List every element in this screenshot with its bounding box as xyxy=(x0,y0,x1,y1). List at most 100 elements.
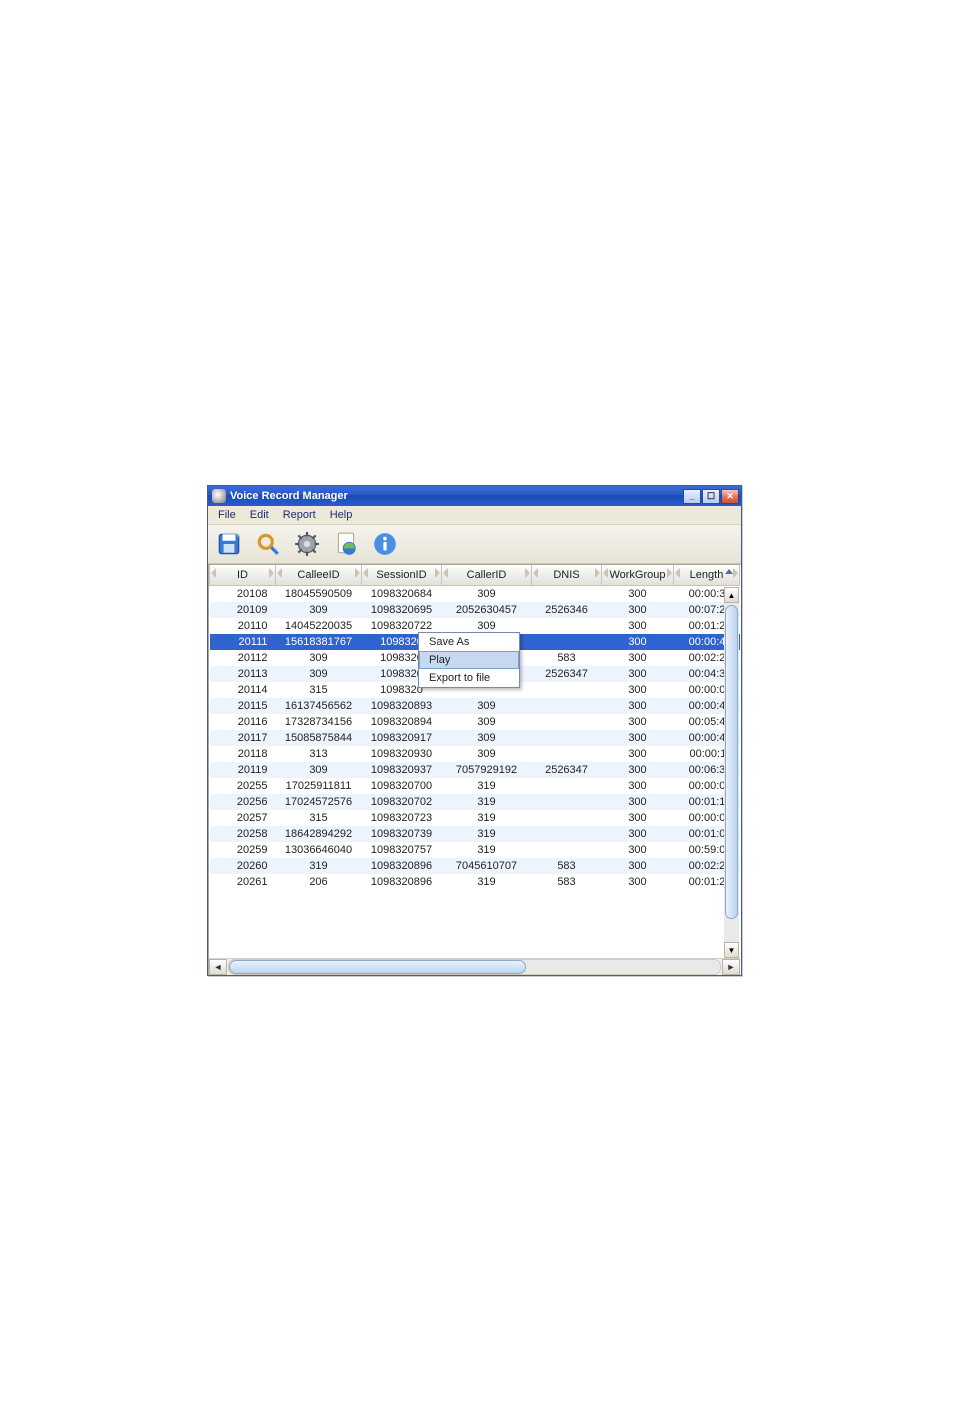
cell-id: 20256 xyxy=(210,794,276,810)
cell-caller: 309 xyxy=(442,746,532,762)
cell-wg: 300 xyxy=(602,778,674,794)
menu-edit[interactable]: Edit xyxy=(244,508,275,522)
cell-caller: 319 xyxy=(442,794,532,810)
cell-callee: 315 xyxy=(276,682,362,698)
scroll-up-button[interactable]: ▲ xyxy=(724,587,739,603)
table-row[interactable]: 2011715085875844109832091730930000:00:48 xyxy=(210,730,740,746)
column-header-dnis[interactable]: DNIS xyxy=(532,565,602,586)
cell-callee: 18642894292 xyxy=(276,826,362,842)
cell-caller: 2052630457 xyxy=(442,602,532,618)
cell-caller: 319 xyxy=(442,826,532,842)
sort-asc-icon xyxy=(725,569,733,574)
close-button[interactable]: ✕ xyxy=(721,489,739,504)
maximize-icon: ☐ xyxy=(707,491,715,502)
minimize-button[interactable]: _ xyxy=(683,489,701,504)
menu-file[interactable]: File xyxy=(212,508,242,522)
table-row[interactable]: 2010818045590509109832068430930000:00:30 xyxy=(210,586,740,603)
column-header-id[interactable]: ID xyxy=(210,565,276,586)
chevron-left-icon: ◄ xyxy=(214,962,223,972)
cell-wg: 300 xyxy=(602,762,674,778)
cell-callee: 17025911811 xyxy=(276,778,362,794)
vertical-scroll-thumb[interactable] xyxy=(725,605,738,919)
cell-dnis: 2526346 xyxy=(532,602,602,618)
cell-callee: 17024572576 xyxy=(276,794,362,810)
scroll-down-button[interactable]: ▼ xyxy=(724,942,739,958)
menu-report[interactable]: Report xyxy=(277,508,322,522)
cell-wg: 300 xyxy=(602,618,674,634)
cell-id: 20114 xyxy=(210,682,276,698)
cell-callee: 309 xyxy=(276,666,362,682)
column-header-callerid[interactable]: CallerID xyxy=(442,565,532,586)
settings-button[interactable] xyxy=(289,526,325,562)
maximize-button[interactable]: ☐ xyxy=(702,489,720,504)
context-menu-saveas[interactable]: Save As xyxy=(419,633,519,651)
cell-caller: 319 xyxy=(442,842,532,858)
cell-dnis xyxy=(532,618,602,634)
menu-help[interactable]: Help xyxy=(324,508,359,522)
table-row[interactable]: 2011930910983209377057929192252634730000… xyxy=(210,762,740,778)
cell-caller: 7045610707 xyxy=(442,858,532,874)
cell-wg: 300 xyxy=(602,858,674,874)
scroll-left-button[interactable]: ◄ xyxy=(209,959,227,975)
column-header-sessionid[interactable]: SessionID xyxy=(362,565,442,586)
horizontal-scroll-track[interactable] xyxy=(228,959,721,975)
cell-session: 1098320930 xyxy=(362,746,442,762)
cell-session: 1098320723 xyxy=(362,810,442,826)
cell-dnis xyxy=(532,746,602,762)
horizontal-scrollbar[interactable]: ◄ ► xyxy=(209,958,740,975)
cell-id: 20111 xyxy=(210,634,276,650)
horizontal-scroll-thumb[interactable] xyxy=(229,960,526,974)
column-header-workgroup[interactable]: WorkGroup xyxy=(602,565,674,586)
save-button[interactable] xyxy=(211,526,247,562)
cell-session: 1098320757 xyxy=(362,842,442,858)
cell-callee: 313 xyxy=(276,746,362,762)
cell-caller: 309 xyxy=(442,586,532,603)
cell-callee: 13036646040 xyxy=(276,842,362,858)
cell-wg: 300 xyxy=(602,826,674,842)
cell-id: 20255 xyxy=(210,778,276,794)
table-row[interactable]: 2025617024572576109832070231930000:01:17 xyxy=(210,794,740,810)
table-row[interactable]: 20118313109832093030930000:00:11 xyxy=(210,746,740,762)
scroll-right-button[interactable]: ► xyxy=(722,959,740,975)
cell-wg: 300 xyxy=(602,794,674,810)
table-row[interactable]: 20261206109832089631958330000:01:25 xyxy=(210,874,740,890)
minimize-icon: _ xyxy=(689,491,694,501)
table-row[interactable]: 2025913036646040109832075731930000:59:07 xyxy=(210,842,740,858)
context-menu[interactable]: Save As Play Export to file xyxy=(418,632,520,688)
table-row[interactable]: 202603191098320896704561070758330000:02:… xyxy=(210,858,740,874)
vertical-scrollbar[interactable]: ▲ ▼ xyxy=(724,587,739,958)
table-row[interactable]: 2025818642894292109832073931930000:01:09 xyxy=(210,826,740,842)
titlebar[interactable]: Voice Record Manager _ ☐ ✕ xyxy=(208,486,741,506)
cell-callee: 315 xyxy=(276,810,362,826)
cell-wg: 300 xyxy=(602,602,674,618)
table-row[interactable]: 2011516137456562109832089330930000:00:41 xyxy=(210,698,740,714)
menubar: File Edit Report Help xyxy=(208,506,741,525)
cell-dnis xyxy=(532,698,602,714)
table-row[interactable]: 20257315109832072331930000:00:06 xyxy=(210,810,740,826)
context-menu-export[interactable]: Export to file xyxy=(419,669,519,687)
table-header-row: ID CalleeID SessionID CallerID DNIS Work… xyxy=(210,565,740,586)
cell-session: 1098320684 xyxy=(362,586,442,603)
cell-session: 1098320917 xyxy=(362,730,442,746)
document-globe-icon xyxy=(333,531,359,557)
table-row[interactable]: 2011617328734156109832089430930000:05:48 xyxy=(210,714,740,730)
column-header-length[interactable]: Length xyxy=(674,565,740,586)
table-row[interactable]: 2010930910983206952052630457252634630000… xyxy=(210,602,740,618)
cell-caller: 309 xyxy=(442,698,532,714)
table-container: ID CalleeID SessionID CallerID DNIS Work… xyxy=(208,564,741,975)
cell-wg: 300 xyxy=(602,810,674,826)
vertical-scroll-track[interactable] xyxy=(724,603,739,942)
reports-button[interactable] xyxy=(328,526,364,562)
column-header-calleeid[interactable]: CalleeID xyxy=(276,565,362,586)
chevron-down-icon: ▼ xyxy=(728,946,736,955)
search-button[interactable] xyxy=(250,526,286,562)
cell-wg: 300 xyxy=(602,586,674,603)
cell-callee: 309 xyxy=(276,602,362,618)
context-menu-play[interactable]: Play xyxy=(419,651,519,669)
cell-callee: 309 xyxy=(276,762,362,778)
table-row[interactable]: 2025517025911811109832070031930000:00:02 xyxy=(210,778,740,794)
info-button[interactable] xyxy=(367,526,403,562)
cell-id: 20115 xyxy=(210,698,276,714)
cell-caller: 319 xyxy=(442,810,532,826)
cell-caller: 309 xyxy=(442,730,532,746)
